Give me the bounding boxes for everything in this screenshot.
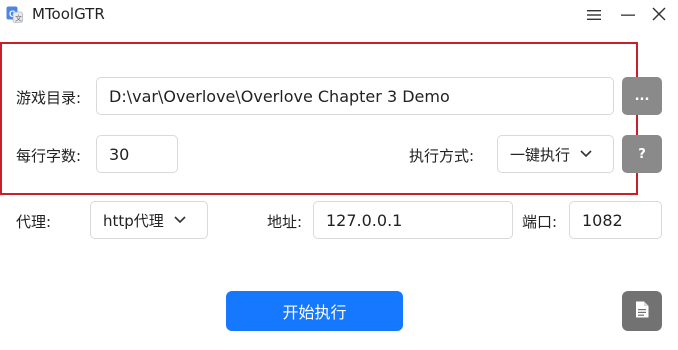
hamburger-icon	[587, 6, 601, 25]
app-logo-icon: G 文	[6, 6, 23, 23]
address-label: 地址:	[267, 213, 303, 231]
document-icon	[635, 301, 649, 322]
port-label: 端口:	[522, 213, 558, 231]
proxy-label: 代理:	[16, 213, 52, 231]
port-input[interactable]: 1082	[569, 201, 662, 239]
proxy-type-value: http代理	[103, 211, 164, 230]
svg-text:文: 文	[15, 14, 22, 23]
close-icon	[652, 6, 666, 25]
chevron-down-icon	[174, 216, 186, 224]
proxy-type-select[interactable]: http代理	[90, 201, 208, 239]
address-input[interactable]: 127.0.0.1	[313, 201, 513, 239]
app-window: G 文 MToolGTR 游戏目录: D:\var\Overlove\Overl…	[0, 0, 678, 350]
exec-mode-value: 一键执行	[510, 145, 571, 164]
minimize-icon	[621, 6, 635, 25]
start-button[interactable]: 开始执行	[226, 291, 403, 331]
menu-button[interactable]	[582, 4, 606, 26]
chars-per-line-input[interactable]: 30	[96, 135, 178, 173]
start-button-label: 开始执行	[282, 303, 347, 322]
log-button[interactable]	[622, 291, 662, 331]
window-title: MToolGTR	[32, 5, 105, 23]
game-dir-label: 游戏目录:	[16, 89, 82, 107]
close-button[interactable]	[647, 4, 671, 26]
title-bar: G 文 MToolGTR	[0, 0, 678, 30]
browse-button[interactable]: ...	[622, 77, 662, 115]
exec-mode-select[interactable]: 一键执行	[497, 135, 614, 173]
game-dir-input[interactable]: D:\var\Overlove\Overlove Chapter 3 Demo	[96, 77, 614, 115]
exec-mode-label: 执行方式:	[409, 147, 475, 165]
help-label: ?	[638, 146, 646, 162]
browse-label: ...	[634, 88, 650, 104]
help-button[interactable]: ?	[622, 135, 662, 173]
chevron-down-icon	[580, 150, 592, 158]
minimize-button[interactable]	[616, 4, 640, 26]
chars-per-line-label: 每行字数:	[16, 147, 82, 165]
